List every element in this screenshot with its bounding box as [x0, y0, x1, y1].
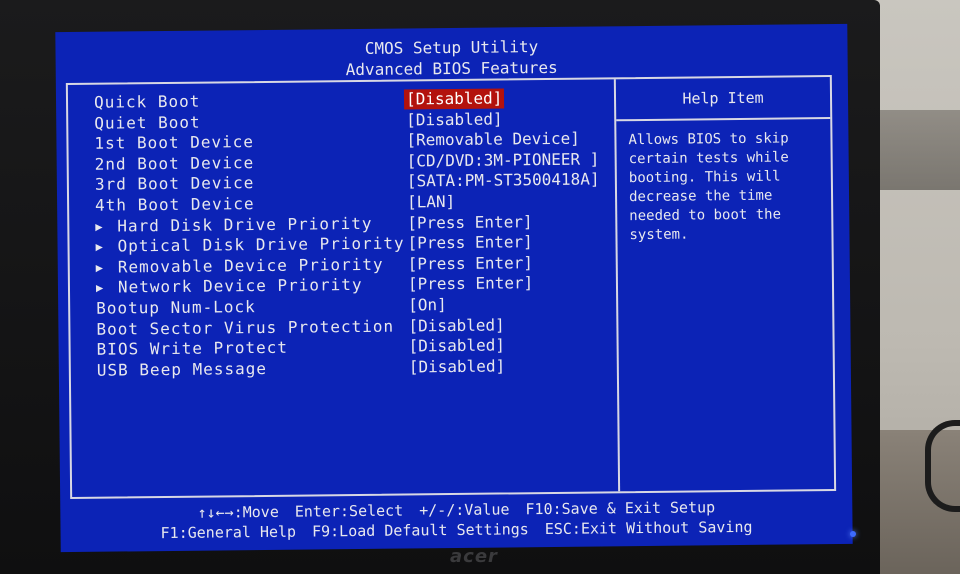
setting-label: Optical Disk Drive Priority	[117, 233, 405, 256]
setting-label: Quick Boot	[93, 91, 201, 112]
setting-value[interactable]: [CD/DVD:3M-PIONEER ]	[405, 149, 602, 171]
setting-label: Quiet Boot	[94, 112, 201, 133]
help-title: Help Item	[682, 88, 764, 108]
setting-value[interactable]: [Press Enter]	[405, 232, 534, 253]
monitor-brand-logo: acer	[450, 546, 498, 567]
main-frame: Quick Boot [Disabled] Quiet Boot [Disabled]…	[65, 75, 837, 500]
setting-value[interactable]: [SATA:PM-ST3500418A]	[405, 170, 602, 192]
setting-row[interactable]: USB Beep Message [Disabled]	[71, 355, 617, 381]
submenu-arrow-icon: ▶	[95, 239, 103, 254]
setting-value[interactable]: [Disabled]	[407, 356, 508, 377]
monitor-bezel: CMOS Setup Utility Advanced BIOS Feature…	[0, 0, 880, 574]
setting-value[interactable]: [Disabled]	[406, 315, 507, 336]
setting-label: Hard Disk Drive Priority	[117, 213, 373, 236]
submenu-arrow-icon: ▶	[95, 281, 104, 296]
setting-value[interactable]: [Disabled]	[407, 336, 508, 357]
bios-screen: CMOS Setup Utility Advanced BIOS Feature…	[55, 23, 853, 553]
setting-label: Network Device Priority	[117, 275, 363, 297]
setting-value[interactable]: [Press Enter]	[405, 212, 534, 233]
footer-key-hint: +/-/:Value	[419, 500, 510, 520]
setting-label: 1st Boot Device	[94, 132, 255, 153]
setting-value[interactable]: [Disabled]	[404, 109, 505, 130]
submenu-arrow-icon: ▶	[95, 219, 103, 234]
setting-value[interactable]: [LAN]	[405, 192, 457, 213]
setting-label: 2nd Boot Device	[94, 152, 255, 174]
power-led-icon	[850, 531, 856, 537]
footer-key-hint: F9:Load Default Settings	[311, 520, 529, 541]
footer-key-hint: F1:General Help	[160, 522, 297, 543]
footer-key-hint: F10:Save & Exit Setup	[525, 498, 716, 519]
setting-label: BIOS Write Protect	[96, 337, 289, 359]
setting-label: Removable Device Priority	[117, 254, 384, 277]
footer-key-hint: ESC:Exit Without Saving	[544, 517, 753, 539]
setting-value[interactable]: [Press Enter]	[406, 274, 535, 295]
setting-value[interactable]: [Removable Device]	[404, 129, 582, 151]
help-panel: Help Item Allows BIOS to skip certain te…	[616, 77, 834, 491]
footer-key-hint: Enter:Select	[294, 501, 404, 521]
help-divider	[616, 117, 831, 122]
footer-key-hint: ↑↓←→:Move	[197, 502, 279, 522]
setting-label: Bootup Num-Lock	[96, 297, 256, 318]
submenu-arrow-icon: ▶	[95, 260, 104, 275]
setting-label: Boot Sector Virus Protection	[96, 316, 395, 339]
setting-value-selected[interactable]: [Disabled]	[403, 88, 505, 110]
help-text: Allows BIOS to skip certain tests while …	[628, 130, 789, 244]
background-cable	[925, 420, 960, 512]
setting-label: USB Beep Message	[96, 358, 268, 380]
background-shelf	[880, 110, 960, 190]
settings-list: Quick Boot [Disabled] Quiet Boot [Disabled]…	[68, 79, 618, 497]
setting-value[interactable]: [Press Enter]	[406, 253, 535, 274]
setting-label: 3rd Boot Device	[94, 173, 255, 195]
setting-value[interactable]: [On]	[406, 295, 449, 315]
setting-label: 4th Boot Device	[95, 194, 255, 215]
